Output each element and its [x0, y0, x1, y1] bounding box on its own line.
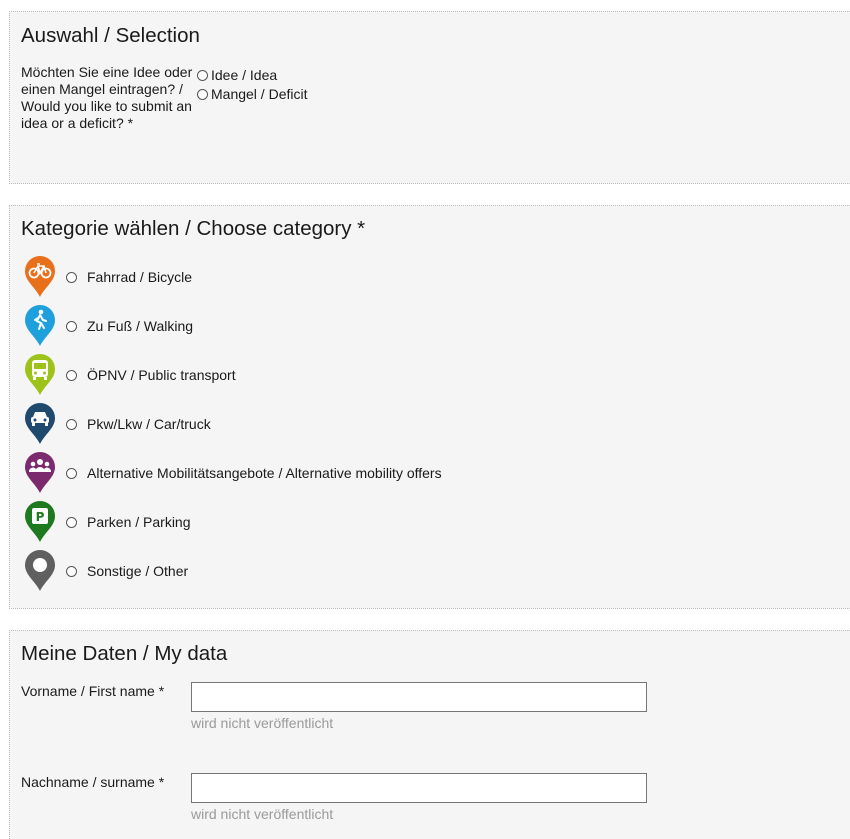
radio-option-idea[interactable]: Idee / Idea [197, 67, 277, 84]
deficit-label: Mangel / Deficit [211, 86, 308, 102]
category-title: Kategorie wählen / Choose category * [21, 217, 366, 240]
public-transport-radio[interactable] [66, 369, 77, 381]
surname-label: Nachname / surname * [21, 774, 165, 790]
car-truck-radio[interactable] [66, 418, 77, 430]
surname-input[interactable] [191, 773, 647, 803]
parking-radio[interactable] [66, 516, 77, 528]
selection-question: Möchten Sie eine Idee oder einen Mangel … [21, 64, 193, 131]
walking-label: Zu Fuß / Walking [87, 318, 194, 334]
category-option-other[interactable]: Sonstige / Other [23, 549, 188, 593]
other-label: Sonstige / Other [87, 563, 189, 579]
parking-icon: P [23, 500, 57, 544]
people-icon [23, 451, 57, 495]
location-pin-icon [23, 549, 57, 593]
surname-hint: wird nicht veröffentlicht [191, 806, 334, 822]
other-radio[interactable] [66, 565, 77, 577]
first-name-input[interactable] [191, 682, 647, 712]
bus-icon [23, 353, 57, 397]
category-panel: Kategorie wählen / Choose category * Fah… [9, 205, 850, 609]
first-name-hint: wird nicht veröffentlicht [191, 715, 334, 731]
selection-title: Auswahl / Selection [21, 24, 200, 47]
category-option-public-transport[interactable]: ÖPNV / Public transport [23, 353, 236, 397]
idea-radio[interactable] [197, 70, 208, 81]
idea-label: Idee / Idea [211, 67, 278, 83]
radio-option-deficit[interactable]: Mangel / Deficit [197, 86, 307, 103]
alternative-mobility-label: Alternative Mobilitätsangebote / Alterna… [87, 465, 442, 481]
public-transport-label: ÖPNV / Public transport [87, 367, 236, 383]
category-option-walking[interactable]: Zu Fuß / Walking [23, 304, 193, 348]
parking-label: Parken / Parking [87, 514, 191, 530]
category-option-car-truck[interactable]: Pkw/Lkw / Car/truck [23, 402, 211, 446]
category-option-parking[interactable]: P Parken / Parking [23, 500, 191, 544]
category-option-alternative-mobility[interactable]: Alternative Mobilitätsangebote / Alterna… [23, 451, 442, 495]
svg-text:P: P [36, 510, 45, 524]
bicycle-radio[interactable] [66, 271, 77, 283]
walking-radio[interactable] [66, 320, 77, 332]
alternative-mobility-radio[interactable] [66, 467, 77, 479]
mydata-panel: Meine Daten / My data Vorname / First na… [9, 630, 850, 839]
selection-panel: Auswahl / Selection Möchten Sie eine Ide… [9, 11, 850, 184]
bicycle-icon [23, 255, 57, 299]
mydata-title: Meine Daten / My data [21, 642, 228, 665]
walking-icon [23, 304, 57, 348]
category-option-bicycle[interactable]: Fahrrad / Bicycle [23, 255, 192, 299]
car-icon [23, 402, 57, 446]
deficit-radio[interactable] [197, 89, 208, 100]
first-name-label: Vorname / First name * [21, 683, 165, 699]
car-truck-label: Pkw/Lkw / Car/truck [87, 416, 211, 432]
bicycle-label: Fahrrad / Bicycle [87, 269, 193, 285]
